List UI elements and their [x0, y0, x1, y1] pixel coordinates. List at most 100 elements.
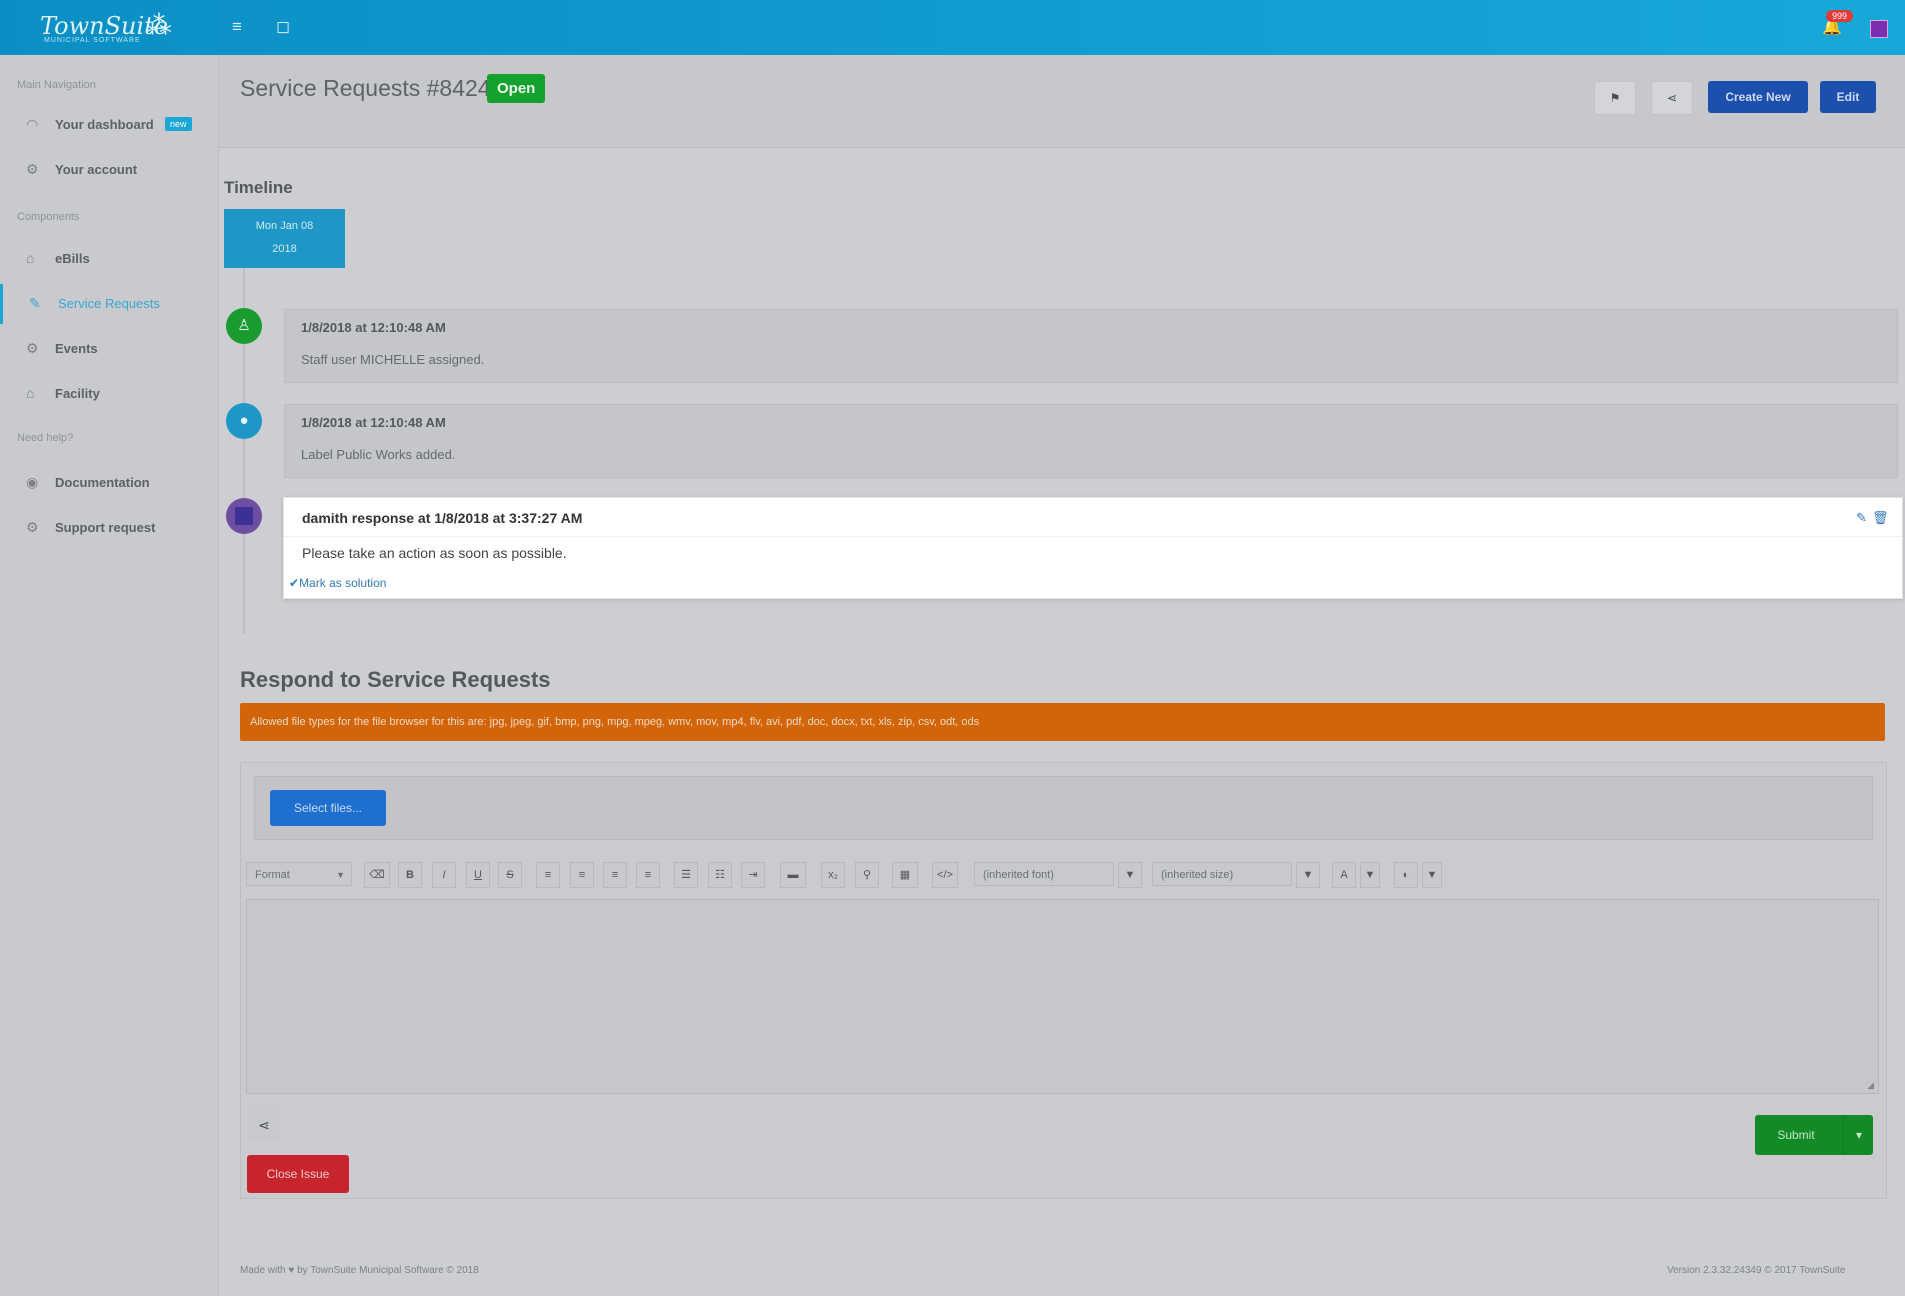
dashboard-icon: ◠ [26, 116, 39, 132]
horizontal-rule-icon: ▬ [787, 869, 799, 881]
upload-dropzone[interactable] [254, 776, 1873, 840]
size-select-toggle[interactable]: ▼ [1296, 862, 1320, 888]
home-icon: ⌂ [26, 385, 35, 401]
select-files-button[interactable]: Select files... [270, 790, 386, 826]
sidebar-item-label: Documentation [55, 475, 150, 490]
justify-button[interactable]: ≡ [636, 862, 660, 888]
sidebar-item-dashboard[interactable]: ◠ Your dashboard new [0, 105, 218, 145]
flag-button[interactable]: ⚑ [1594, 81, 1636, 115]
response-card: damith response at 1/8/2018 at 3:37:27 A… [283, 497, 1903, 599]
share-button[interactable]: ⋖ [1651, 81, 1693, 115]
subscript-button[interactable]: x₂ [821, 862, 845, 888]
format-select[interactable]: Format ▼ [246, 862, 352, 886]
sidebar-item-label: eBills [55, 251, 90, 266]
edit-button[interactable]: Edit [1820, 81, 1876, 113]
text-color-button[interactable]: A [1332, 862, 1356, 888]
sidebar-item-support[interactable]: ⚙ Support request [0, 508, 218, 548]
date-line-1: Mon Jan 08 [255, 220, 314, 232]
strikethrough-button[interactable]: S [498, 862, 522, 888]
event-text: Label Public Works added. [301, 447, 456, 462]
eye-icon: ◉ [26, 474, 39, 490]
sidebar-item-label: Service Requests [58, 296, 160, 311]
edit-icon: ✎ [29, 295, 41, 311]
timeline-event: 1/8/2018 at 12:10:48 AM Label Public Wor… [284, 404, 1898, 478]
close-issue-button[interactable]: Close Issue [247, 1155, 349, 1193]
response-textarea[interactable]: ◢ [246, 899, 1879, 1094]
sidebar-item-ebills[interactable]: ⌂ eBills [0, 239, 218, 279]
sidebar-item-events[interactable]: ⚙ Events [0, 329, 218, 369]
text-color-toggle[interactable]: ▼ [1360, 862, 1380, 888]
resize-handle-icon[interactable]: ◢ [1867, 1080, 1874, 1091]
status-badge: Open [487, 74, 546, 103]
justify-icon: ≡ [644, 869, 652, 881]
bold-button[interactable]: B [398, 862, 422, 888]
responder-avatar [226, 498, 262, 534]
sidebar-item-label: Facility [55, 386, 100, 401]
link-icon: ⚲ [862, 869, 872, 881]
pencil-icon[interactable]: ✎ [1856, 510, 1867, 526]
underline-button[interactable]: U [466, 862, 490, 888]
sidebar-item-service-requests[interactable]: ✎ Service Requests [0, 284, 221, 324]
italic-button[interactable]: I [432, 862, 456, 888]
create-new-button[interactable]: Create New [1708, 81, 1808, 113]
horizontal-rule-button[interactable]: ▬ [780, 862, 806, 888]
clear-format-button[interactable]: ⌫ [364, 862, 390, 888]
share-icon: ⋖ [258, 1117, 270, 1133]
size-select[interactable]: (inherited size) [1152, 862, 1292, 886]
bullet-list-button[interactable]: ☰ [674, 862, 698, 888]
event-time: 1/8/2018 at 12:10:48 AM [301, 415, 446, 430]
table-button[interactable]: ▦ [892, 862, 918, 888]
numbered-list-icon: ☷ [715, 869, 725, 881]
event-text: Staff user MICHELLE assigned. [301, 352, 485, 367]
gear-icon: ⚙ [26, 340, 39, 356]
align-center-button[interactable]: ≡ [570, 862, 594, 888]
sidebar-item-account[interactable]: ⚙ Your account [0, 150, 218, 190]
event-time: 1/8/2018 at 12:10:48 AM [301, 320, 446, 335]
notification-badge: 999 [1826, 10, 1854, 22]
table-icon: ▦ [899, 869, 911, 881]
chevron-down-icon[interactable]: ▾ [1843, 1115, 1874, 1155]
footer-version: Version 2.3.32.24349 © 2017 TownSuite [1667, 1265, 1846, 1276]
divider [284, 536, 1902, 537]
menu-icon[interactable]: ≡ [232, 17, 242, 37]
chevron-down-icon: ▼ [336, 870, 345, 880]
submit-button[interactable]: Submit ▾ [1755, 1115, 1873, 1155]
mark-as-solution-label: Mark as solution [299, 576, 387, 590]
font-select-toggle[interactable]: ▼ [1118, 862, 1142, 888]
trash-icon[interactable]: 🗑 [1872, 510, 1889, 526]
indent-button[interactable]: ⇥ [741, 862, 765, 888]
mark-as-solution-link[interactable]: ✔Mark as solution [289, 576, 386, 590]
footer-credits: Made with ♥ by TownSuite Municipal Softw… [240, 1265, 479, 1276]
align-left-button[interactable]: ≡ [536, 862, 560, 888]
font-select[interactable]: (inherited font) [974, 862, 1114, 886]
background-color-toggle[interactable]: ▼ [1422, 862, 1442, 888]
eraser-icon: ⌫ [369, 869, 385, 881]
sidebar: Main Navigation ◠ Your dashboard new ⚙ Y… [0, 55, 219, 1296]
chevron-down-icon: ▼ [1124, 869, 1136, 881]
align-right-icon: ≡ [611, 869, 619, 881]
numbered-list-button[interactable]: ☷ [708, 862, 732, 888]
sidebar-item-label: Your account [55, 162, 138, 177]
timeline-event: 1/8/2018 at 12:10:48 AM Staff user MICHE… [284, 309, 1898, 383]
response-body: Please take an action as soon as possibl… [302, 545, 567, 561]
share-response-button[interactable]: ⋖ [249, 1110, 279, 1140]
sidebar-item-documentation[interactable]: ◉ Documentation [0, 463, 218, 503]
respond-title: Respond to Service Requests [240, 667, 551, 692]
link-button[interactable]: ⚲ [855, 862, 879, 888]
fullscreen-icon[interactable]: ◻ [276, 17, 290, 37]
font-select-value: (inherited font) [983, 869, 1054, 881]
size-select-value: (inherited size) [1161, 869, 1234, 881]
subscript-icon: x₂ [828, 869, 838, 881]
code-button[interactable]: </> [932, 862, 958, 888]
file-types-notice: Allowed file types for the file browser … [240, 703, 1885, 741]
tag-icon: ● [226, 403, 262, 439]
logo-mark-icon: ⁂ [146, 10, 172, 40]
background-color-button[interactable]: ◐ [1394, 862, 1418, 888]
chevron-down-icon: ▼ [1426, 869, 1438, 881]
sidebar-item-facility[interactable]: ⌂ Facility [0, 374, 218, 414]
user-avatar[interactable] [1870, 20, 1888, 38]
home-icon: ⌂ [26, 250, 35, 266]
top-bar: TownSuite MUNICIPAL SOFTWARE ⁂ ≡ ◻ 🔔 999 [0, 0, 1905, 55]
sidebar-heading-main: Main Navigation [17, 79, 96, 91]
align-right-button[interactable]: ≡ [603, 862, 627, 888]
